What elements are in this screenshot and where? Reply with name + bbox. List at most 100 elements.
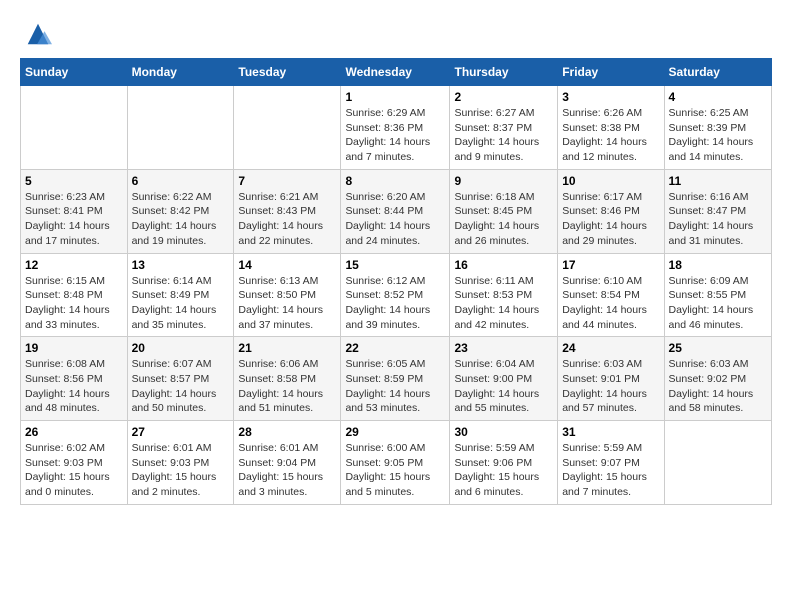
day-number: 8	[345, 174, 445, 188]
day-number: 31	[562, 425, 659, 439]
day-number: 5	[25, 174, 123, 188]
day-info: Sunrise: 6:14 AM Sunset: 8:49 PM Dayligh…	[132, 274, 230, 333]
header-sunday: Sunday	[21, 59, 128, 86]
calendar-cell	[664, 421, 771, 505]
calendar-cell	[234, 86, 341, 170]
calendar-cell: 8Sunrise: 6:20 AM Sunset: 8:44 PM Daylig…	[341, 169, 450, 253]
calendar-cell: 11Sunrise: 6:16 AM Sunset: 8:47 PM Dayli…	[664, 169, 771, 253]
calendar-cell: 3 Sunrise: 6:26 AM Sunset: 8:38 PM Daylig…	[558, 86, 664, 170]
day-number: 6	[132, 174, 230, 188]
day-number: 15	[345, 258, 445, 272]
calendar-cell: 13 Sunrise: 6:14 AM Sunset: 8:49 PM Dayli…	[127, 253, 234, 337]
header-monday: Monday	[127, 59, 234, 86]
calendar-week-row: 26 Sunrise: 6:02 AM Sunset: 9:03 PM Dayli…	[21, 421, 772, 505]
day-info: Sunrise: 6:21 AM Sunset: 8:43 PM Dayligh…	[238, 190, 336, 249]
day-number: 12	[25, 258, 123, 272]
calendar-week-row: 1 Sunrise: 6:29 AM Sunset: 8:36 PM Daylig…	[21, 86, 772, 170]
day-number: 21	[238, 341, 336, 355]
day-number: 22	[345, 341, 445, 355]
day-number: 20	[132, 341, 230, 355]
header-wednesday: Wednesday	[341, 59, 450, 86]
calendar-cell: 14 Sunrise: 6:13 AM Sunset: 8:50 PM Dayli…	[234, 253, 341, 337]
day-info: Sunrise: 6:10 AM Sunset: 8:54 PM Dayligh…	[562, 274, 659, 333]
calendar-cell: 17 Sunrise: 6:10 AM Sunset: 8:54 PM Dayli…	[558, 253, 664, 337]
calendar-cell	[127, 86, 234, 170]
day-info: Sunrise: 6:03 AM Sunset: 9:02 PM Dayligh…	[669, 357, 767, 416]
day-info: Sunrise: 6:25 AM Sunset: 8:39 PM Dayligh…	[669, 106, 767, 165]
day-number: 19	[25, 341, 123, 355]
day-info: Sunrise: 6:17 AM Sunset: 8:46 PM Dayligh…	[562, 190, 659, 249]
calendar-cell: 7 Sunrise: 6:21 AM Sunset: 8:43 PM Daylig…	[234, 169, 341, 253]
day-number: 13	[132, 258, 230, 272]
day-number: 3	[562, 90, 659, 104]
day-number: 28	[238, 425, 336, 439]
calendar-cell: 4Sunrise: 6:25 AM Sunset: 8:39 PM Daylig…	[664, 86, 771, 170]
day-info: Sunrise: 6:26 AM Sunset: 8:38 PM Dayligh…	[562, 106, 659, 165]
day-info: Sunrise: 6:18 AM Sunset: 8:45 PM Dayligh…	[454, 190, 553, 249]
logo-icon	[24, 20, 52, 48]
day-info: Sunrise: 6:08 AM Sunset: 8:56 PM Dayligh…	[25, 357, 123, 416]
day-info: Sunrise: 6:13 AM Sunset: 8:50 PM Dayligh…	[238, 274, 336, 333]
calendar-cell: 6 Sunrise: 6:22 AM Sunset: 8:42 PM Daylig…	[127, 169, 234, 253]
day-info: Sunrise: 6:11 AM Sunset: 8:53 PM Dayligh…	[454, 274, 553, 333]
day-info: Sunrise: 6:07 AM Sunset: 8:57 PM Dayligh…	[132, 357, 230, 416]
calendar-week-row: 5 Sunrise: 6:23 AM Sunset: 8:41 PM Daylig…	[21, 169, 772, 253]
calendar-cell: 23 Sunrise: 6:04 AM Sunset: 9:00 PM Dayli…	[450, 337, 558, 421]
day-info: Sunrise: 6:22 AM Sunset: 8:42 PM Dayligh…	[132, 190, 230, 249]
calendar-cell: 15 Sunrise: 6:12 AM Sunset: 8:52 PM Dayli…	[341, 253, 450, 337]
calendar-cell: 12 Sunrise: 6:15 AM Sunset: 8:48 PM Dayli…	[21, 253, 128, 337]
day-info: Sunrise: 5:59 AM Sunset: 9:07 PM Dayligh…	[562, 441, 659, 500]
day-info: Sunrise: 6:29 AM Sunset: 8:36 PM Dayligh…	[345, 106, 445, 165]
calendar-cell: 16 Sunrise: 6:11 AM Sunset: 8:53 PM Dayli…	[450, 253, 558, 337]
calendar-cell: 18 Sunrise: 6:09 AM Sunset: 8:55 PM Dayli…	[664, 253, 771, 337]
header-tuesday: Tuesday	[234, 59, 341, 86]
day-number: 7	[238, 174, 336, 188]
calendar-cell: 9 Sunrise: 6:18 AM Sunset: 8:45 PM Daylig…	[450, 169, 558, 253]
calendar-cell: 30Sunrise: 5:59 AM Sunset: 9:06 PM Dayli…	[450, 421, 558, 505]
day-info: Sunrise: 6:23 AM Sunset: 8:41 PM Dayligh…	[25, 190, 123, 249]
calendar-cell: 28 Sunrise: 6:01 AM Sunset: 9:04 PM Dayli…	[234, 421, 341, 505]
day-number: 16	[454, 258, 553, 272]
day-info: Sunrise: 6:12 AM Sunset: 8:52 PM Dayligh…	[345, 274, 445, 333]
day-number: 2	[454, 90, 553, 104]
day-number: 23	[454, 341, 553, 355]
calendar-week-row: 19 Sunrise: 6:08 AM Sunset: 8:56 PM Dayli…	[21, 337, 772, 421]
calendar-cell: 24Sunrise: 6:03 AM Sunset: 9:01 PM Dayli…	[558, 337, 664, 421]
calendar-cell	[21, 86, 128, 170]
calendar-cell: 27 Sunrise: 6:01 AM Sunset: 9:03 PM Dayli…	[127, 421, 234, 505]
day-number: 9	[454, 174, 553, 188]
day-number: 25	[669, 341, 767, 355]
day-number: 11	[669, 174, 767, 188]
day-number: 18	[669, 258, 767, 272]
day-info: Sunrise: 6:15 AM Sunset: 8:48 PM Dayligh…	[25, 274, 123, 333]
calendar-week-row: 12 Sunrise: 6:15 AM Sunset: 8:48 PM Dayli…	[21, 253, 772, 337]
calendar-cell: 10 Sunrise: 6:17 AM Sunset: 8:46 PM Dayli…	[558, 169, 664, 253]
calendar-cell: 31 Sunrise: 5:59 AM Sunset: 9:07 PM Dayli…	[558, 421, 664, 505]
calendar-cell: 25 Sunrise: 6:03 AM Sunset: 9:02 PM Dayli…	[664, 337, 771, 421]
header-thursday: Thursday	[450, 59, 558, 86]
day-number: 1	[345, 90, 445, 104]
calendar-cell: 26 Sunrise: 6:02 AM Sunset: 9:03 PM Dayli…	[21, 421, 128, 505]
calendar-table: Sunday Monday Tuesday Wednesday Thursday…	[20, 58, 772, 505]
day-info: Sunrise: 6:01 AM Sunset: 9:03 PM Dayligh…	[132, 441, 230, 500]
day-number: 27	[132, 425, 230, 439]
calendar-cell: 5 Sunrise: 6:23 AM Sunset: 8:41 PM Daylig…	[21, 169, 128, 253]
day-info: Sunrise: 6:04 AM Sunset: 9:00 PM Dayligh…	[454, 357, 553, 416]
calendar-cell: 19 Sunrise: 6:08 AM Sunset: 8:56 PM Dayli…	[21, 337, 128, 421]
day-info: Sunrise: 6:00 AM Sunset: 9:05 PM Dayligh…	[345, 441, 445, 500]
calendar-cell: 2Sunrise: 6:27 AM Sunset: 8:37 PM Daylig…	[450, 86, 558, 170]
calendar-cell: 1 Sunrise: 6:29 AM Sunset: 8:36 PM Daylig…	[341, 86, 450, 170]
logo	[20, 20, 52, 48]
calendar-cell: 21Sunrise: 6:06 AM Sunset: 8:58 PM Dayli…	[234, 337, 341, 421]
day-number: 17	[562, 258, 659, 272]
header-friday: Friday	[558, 59, 664, 86]
calendar-cell: 22Sunrise: 6:05 AM Sunset: 8:59 PM Dayli…	[341, 337, 450, 421]
day-number: 14	[238, 258, 336, 272]
day-info: Sunrise: 6:09 AM Sunset: 8:55 PM Dayligh…	[669, 274, 767, 333]
day-info: Sunrise: 6:03 AM Sunset: 9:01 PM Dayligh…	[562, 357, 659, 416]
day-info: Sunrise: 5:59 AM Sunset: 9:06 PM Dayligh…	[454, 441, 553, 500]
day-number: 10	[562, 174, 659, 188]
day-info: Sunrise: 6:01 AM Sunset: 9:04 PM Dayligh…	[238, 441, 336, 500]
day-number: 26	[25, 425, 123, 439]
day-info: Sunrise: 6:02 AM Sunset: 9:03 PM Dayligh…	[25, 441, 123, 500]
